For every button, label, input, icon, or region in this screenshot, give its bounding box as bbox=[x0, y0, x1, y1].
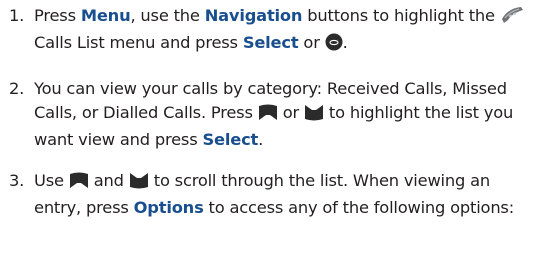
select-key-label: Select bbox=[242, 33, 299, 52]
step-text: buttons to highlight the bbox=[302, 6, 500, 25]
step-text: and bbox=[88, 171, 129, 190]
step-1: 1. Press Menu, use the Navigation button… bbox=[0, 4, 538, 58]
step-text: . bbox=[258, 130, 264, 149]
step-text: Calls List menu and press bbox=[34, 33, 243, 52]
select-key-label: Select bbox=[202, 130, 259, 149]
up-key-icon bbox=[69, 172, 89, 196]
step-text: . bbox=[342, 33, 348, 52]
down-key-icon bbox=[129, 172, 149, 196]
step-text: Use bbox=[34, 171, 69, 190]
step-2: 2. You can view your calls by category: … bbox=[0, 77, 538, 152]
down-key-icon bbox=[304, 104, 324, 128]
navigation-key-label: Navigation bbox=[204, 6, 303, 25]
calls-list-phone-icon bbox=[500, 6, 524, 31]
step-number: 3. bbox=[9, 171, 25, 190]
up-key-icon bbox=[258, 104, 278, 128]
step-number: 2. bbox=[9, 79, 25, 98]
ok-button-icon bbox=[325, 33, 343, 58]
step-text: , use the bbox=[130, 6, 205, 25]
step-text: to access any of the following options: bbox=[203, 198, 515, 217]
options-key-label: Options bbox=[133, 198, 204, 217]
step-3: 3. Use and to scroll through the list. W… bbox=[0, 169, 538, 220]
step-text: or bbox=[298, 33, 325, 52]
menu-key-label: Menu bbox=[80, 6, 131, 25]
step-text: or bbox=[277, 103, 304, 122]
step-number: 1. bbox=[9, 6, 25, 25]
instruction-steps: 1. Press Menu, use the Navigation button… bbox=[0, 0, 538, 220]
step-text: Press bbox=[34, 6, 81, 25]
